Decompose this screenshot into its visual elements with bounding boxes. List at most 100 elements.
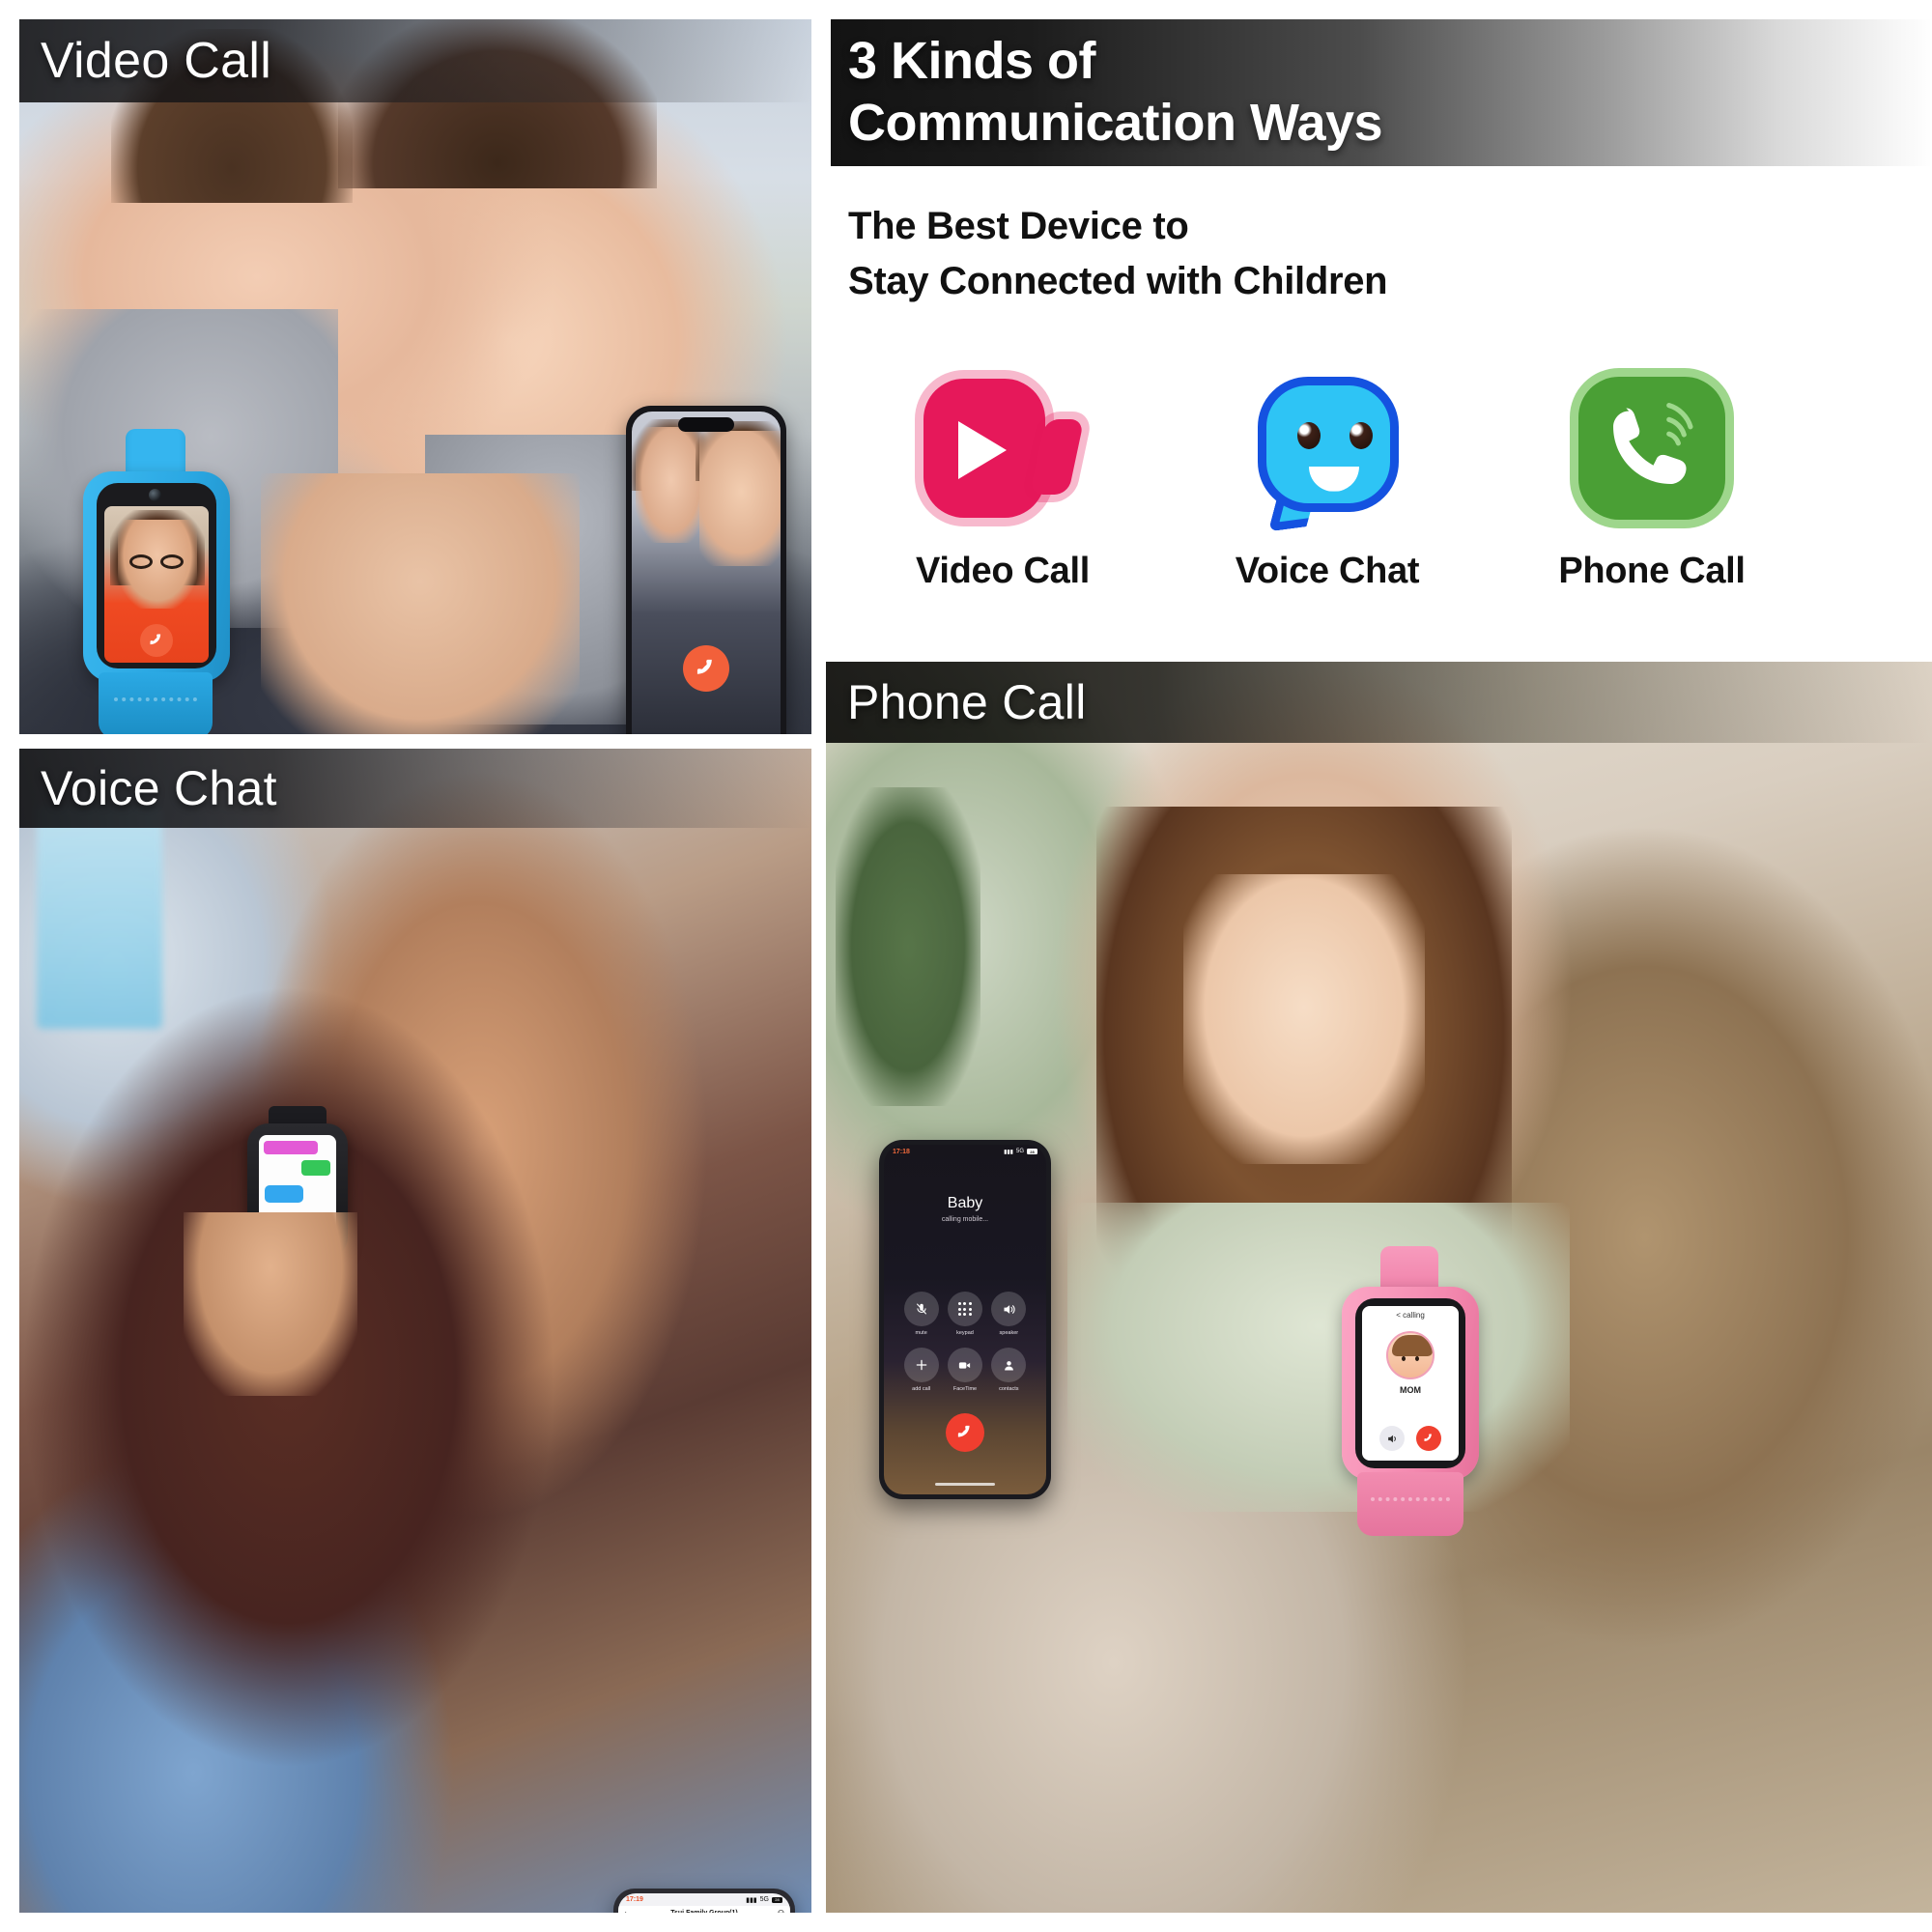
girl-face [1183,874,1425,1164]
watch-end-call-button[interactable] [140,624,173,657]
video-camera-icon [916,371,1090,526]
feature-video-call[interactable]: Video Call [840,371,1165,592]
background-shape [37,807,162,1029]
signal-icon: ▮▮▮ [746,1896,757,1904]
signal-icon: ▮▮▮ [1004,1149,1013,1155]
phone-call-photo-panel: 17:18 ▮▮▮ 5G 28 Baby calling mobile... m… [826,662,1932,1913]
chat-nav-bar: ‹ Tsui Family Group(1) ⚇ [618,1906,790,1913]
status-time: 17:18 [893,1148,910,1155]
control-contacts[interactable]: contacts [987,1348,1031,1392]
plus-icon [903,1348,939,1382]
subtitle-block: The Best Device to Stay Connected with C… [831,199,1932,309]
phone-chat-screen: 17:19 ▮▮▮ 5G 28 ‹ Tsui Family Group(1) ⚇… [618,1893,790,1913]
feature-label-video-call: Video Call [915,550,1091,591]
keypad-icon [947,1292,982,1326]
home-indicator [935,1483,995,1486]
subtitle-line-1: The Best Device to [848,205,1189,247]
subtitle-line-2: Stay Connected with Children [848,259,1388,302]
control-mute[interactable]: mute [899,1292,943,1336]
caller-glasses [129,554,184,569]
chat-bubble-smiley-icon [1240,371,1414,532]
headline-banner: 3 Kinds of Communication Ways [831,19,1932,166]
feature-voice-chat[interactable]: Voice Chat [1165,371,1490,592]
watch-strap-bottom [99,672,213,734]
feature-label-voice-chat: Voice Chat [1235,550,1420,591]
phone-call-phone: 17:18 ▮▮▮ 5G 28 Baby calling mobile... m… [879,1140,1051,1499]
voice-chat-phone: 17:19 ▮▮▮ 5G 28 ‹ Tsui Family Group(1) ⚇… [613,1889,795,1913]
avatar-icon [1386,1331,1435,1379]
call-controls-grid: mute keypad speaker add call FaceTime co… [899,1292,1031,1392]
phone-call-screen: 17:18 ▮▮▮ 5G 28 Baby calling mobile... m… [884,1145,1046,1494]
feature-phone-call[interactable]: Phone Call [1490,371,1814,592]
phone-status-bar: 17:18 ▮▮▮ 5G 28 [884,1145,1046,1158]
phone-call-banner-label: Phone Call [847,675,1087,729]
info-panel: 3 Kinds of Communication Ways The Best D… [831,19,1932,638]
video-icon [947,1348,982,1382]
phone-end-call-button[interactable] [683,645,729,692]
watch-end-call-button[interactable] [1416,1426,1441,1451]
chat-bubble [301,1160,330,1176]
feature-label-phone-call: Phone Call [1558,550,1746,591]
battery-icon: 28 [772,1896,782,1903]
arm [261,473,580,734]
caller-name: Baby [947,1195,983,1211]
phone-call-banner: Phone Call [826,662,1932,743]
control-label: keypad [956,1330,974,1336]
blue-kids-smartwatch [75,429,236,734]
new-message-banner [264,1141,318,1154]
chat-title: Tsui Family Group(1) [670,1909,738,1914]
plant [836,787,980,1106]
phone-end-call-button[interactable] [946,1413,984,1452]
handset-glyph [1613,402,1693,484]
phone-handset-icon [1565,371,1739,526]
watch-speaker-button[interactable] [1379,1426,1405,1451]
phone-video-screen [632,412,781,734]
chat-bubble [265,1185,303,1203]
watch-video-call-screen [104,506,209,663]
status-time: 17:19 [626,1896,643,1903]
control-label: mute [915,1330,927,1336]
speaker-icon [1387,1435,1396,1442]
control-label: speaker [999,1330,1019,1336]
video-call-banner: Video Call [19,19,811,102]
control-label: FaceTime [952,1386,978,1392]
phone-notch [678,417,734,432]
video-call-phone [626,406,786,734]
phone-status-bar: 17:19 ▮▮▮ 5G 28 [618,1893,790,1906]
watch-camera-icon [149,489,161,501]
people-icon[interactable]: ⚇ [778,1909,784,1914]
control-facetime[interactable]: FaceTime [943,1348,986,1392]
hangup-icon [150,634,161,645]
video-call-photo-panel: Video Call [19,19,811,734]
girl-shirt [1067,1203,1570,1512]
video-call-banner-label: Video Call [41,33,272,89]
back-icon[interactable]: ‹ [624,1909,627,1914]
watch-contact-name: MOM [1400,1385,1421,1395]
headline-line-2: Communication Ways [848,94,1383,152]
voice-chat-banner: Voice Chat [19,749,811,828]
feature-icon-row: Video Call Voice Chat Phone Call [831,371,1932,592]
control-label: contacts [999,1386,1019,1392]
hangup-icon [957,1425,970,1437]
network-label: 5G [1015,1149,1024,1154]
hangup-icon [1424,1434,1432,1441]
control-speaker[interactable]: speaker [987,1292,1031,1336]
man-face-small [699,431,781,566]
microphone-off-icon [903,1292,939,1326]
control-add-call[interactable]: add call [899,1348,943,1392]
voice-chat-photo-panel: 17:19 ▮▮▮ 5G 28 ‹ Tsui Family Group(1) ⚇… [19,749,811,1913]
product-infographic: Video Call 3 Kinds of Communication Ways… [0,0,1932,1932]
headline-line-1: 3 Kinds of [848,32,1096,91]
voice-chat-banner-label: Voice Chat [41,761,277,815]
battery-icon: 28 [1027,1149,1037,1154]
finger-touching-watch [184,1212,357,1396]
watch-calling-screen: < calling MOM [1362,1306,1459,1461]
call-status: calling mobile... [941,1216,989,1223]
watch-call-status: < calling [1396,1310,1425,1320]
contacts-icon [991,1348,1027,1382]
control-keypad[interactable]: keypad [943,1292,986,1336]
watch-call-controls [1362,1426,1459,1451]
network-label: 5G [759,1896,769,1903]
watch-strap-bottom [1357,1472,1463,1536]
control-label: add call [912,1386,931,1392]
